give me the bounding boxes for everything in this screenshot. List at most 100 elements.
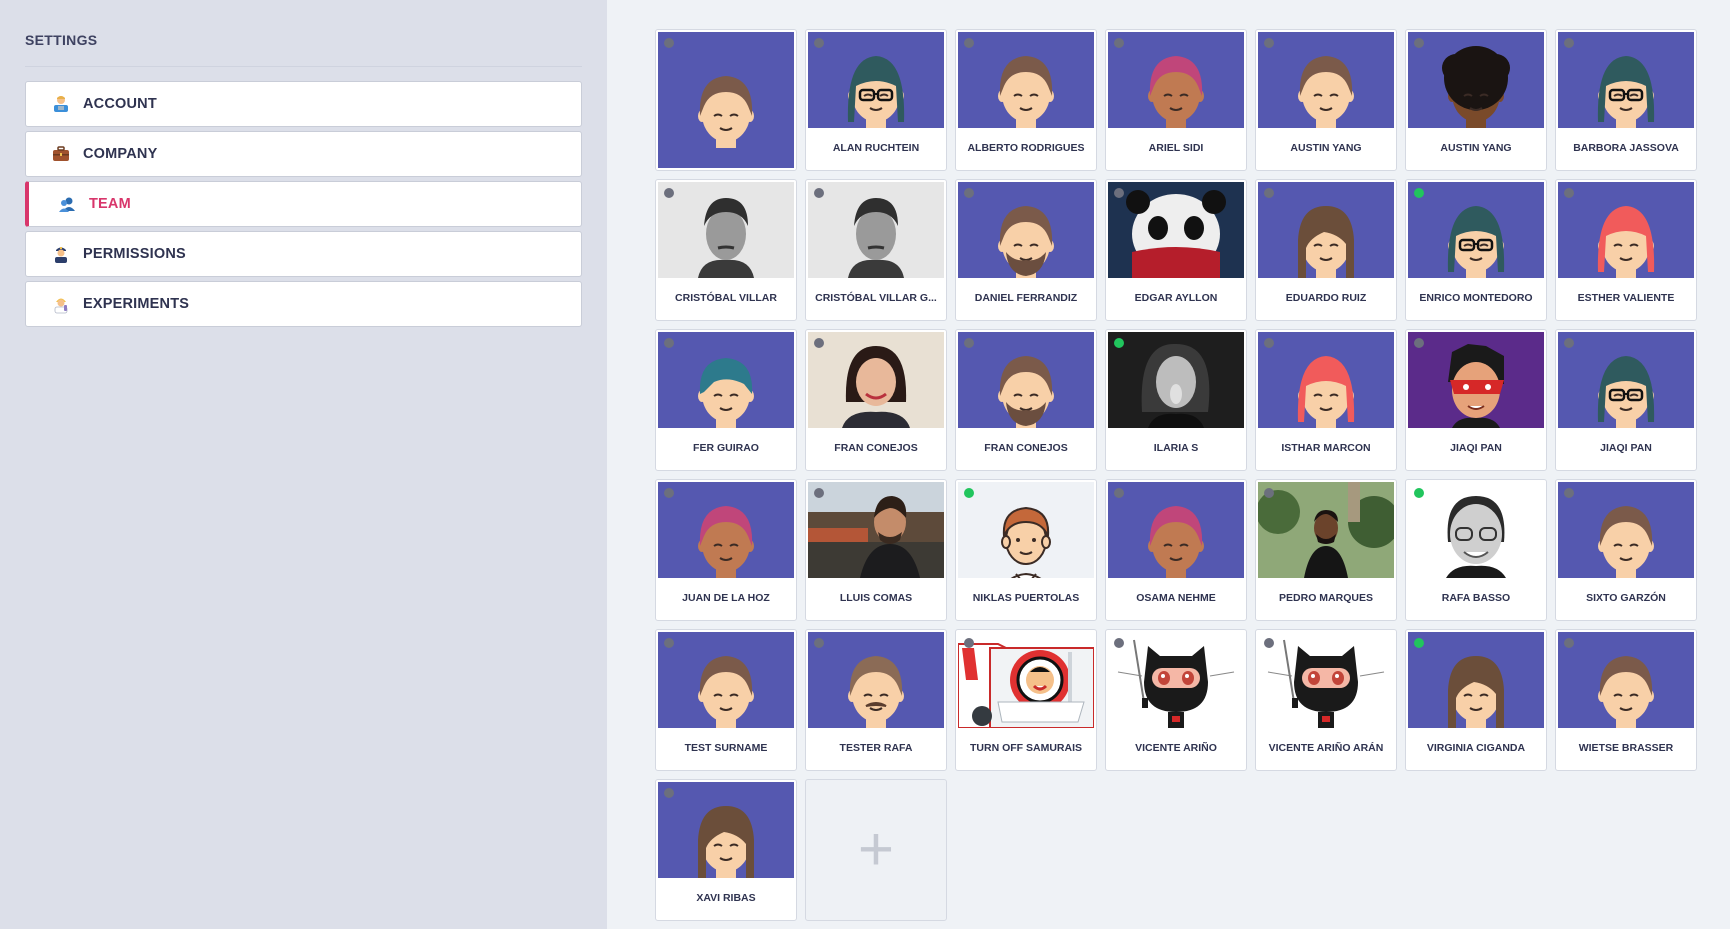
team-member-card[interactable]: VICENTE ARIÑO: [1105, 629, 1247, 771]
settings-title: SETTINGS: [25, 32, 98, 48]
sidebar-item-team[interactable]: TEAM: [25, 181, 582, 227]
member-avatar: [808, 482, 944, 578]
member-avatar: [658, 32, 794, 168]
account-icon: [50, 93, 72, 115]
member-avatar: [1258, 182, 1394, 278]
member-avatar: [1108, 332, 1244, 428]
team-member-card[interactable]: VICENTE ARIÑO ARÁN: [1255, 629, 1397, 771]
member-name: LLUIS COMAS: [839, 592, 913, 604]
member-name: EDUARDO RUIZ: [1285, 292, 1367, 304]
sidebar-item-company[interactable]: COMPANY: [25, 131, 582, 177]
member-name: ISTHAR MARCON: [1281, 442, 1371, 454]
team-member-card[interactable]: EDUARDO RUIZ: [1255, 179, 1397, 321]
member-avatar: [808, 332, 944, 428]
team-member-card[interactable]: ESTHER VALIENTE: [1555, 179, 1697, 321]
member-avatar: [1558, 32, 1694, 128]
status-indicator: [814, 188, 824, 198]
member-name: ALAN RUCHTEIN: [832, 142, 920, 154]
status-indicator: [664, 338, 674, 348]
team-member-card[interactable]: NIKLAS PUERTOLAS: [955, 479, 1097, 621]
status-indicator: [1414, 188, 1424, 198]
team-member-card[interactable]: XAVI RIBAS: [655, 779, 797, 921]
member-name: TESTER RAFA: [839, 742, 913, 754]
team-member-card[interactable]: FER GUIRAO: [655, 329, 797, 471]
team-member-card[interactable]: OSAMA NEHME: [1105, 479, 1247, 621]
team-member-card[interactable]: PEDRO MARQUES: [1255, 479, 1397, 621]
team-member-card[interactable]: RAFA BASSO: [1405, 479, 1547, 621]
member-name: CRISTÓBAL VILLAR: [675, 292, 777, 304]
team-member-card[interactable]: ARIEL SIDI: [1105, 29, 1247, 171]
team-member-card[interactable]: WIETSE BRASSER: [1555, 629, 1697, 771]
add-member-button[interactable]: +: [805, 779, 947, 921]
sidebar-divider: [25, 66, 582, 67]
member-name: FRAN CONEJOS: [834, 442, 918, 454]
team-member-card[interactable]: LLUIS COMAS: [805, 479, 947, 621]
team-member-card[interactable]: ILARIA S: [1105, 329, 1247, 471]
member-avatar: [958, 482, 1094, 578]
member-name: ENRICO MONTEDORO: [1419, 292, 1533, 304]
member-name: VICENTE ARIÑO: [1135, 742, 1217, 754]
member-name: DANIEL FERRANDIZ: [974, 292, 1078, 304]
sidebar-item-label: EXPERIMENTS: [83, 296, 190, 312]
status-indicator: [1564, 638, 1574, 648]
member-name: JUAN DE LA HOZ: [682, 592, 770, 604]
status-indicator: [1414, 488, 1424, 498]
status-indicator: [814, 638, 824, 648]
sidebar-item-label: TEAM: [89, 196, 131, 212]
sidebar-item-label: PERMISSIONS: [83, 246, 186, 262]
team-member-card[interactable]: AUSTIN YANG: [1255, 29, 1397, 171]
sidebar-item-account[interactable]: ACCOUNT: [25, 81, 582, 127]
team-member-card[interactable]: ALAN RUCHTEIN: [805, 29, 947, 171]
team-member-card[interactable]: ISTHAR MARCON: [1255, 329, 1397, 471]
team-member-card[interactable]: ENRICO MONTEDORO: [1405, 179, 1547, 321]
team-member-card[interactable]: BARBORA JASSOVA: [1555, 29, 1697, 171]
status-indicator: [1114, 338, 1124, 348]
status-indicator: [664, 638, 674, 648]
team-member-card[interactable]: FRAN CONEJOS: [955, 329, 1097, 471]
team-member-card[interactable]: JIAQI PAN: [1555, 329, 1697, 471]
sidebar-item-permissions[interactable]: PERMISSIONS: [25, 231, 582, 277]
scientist-icon: [50, 293, 72, 315]
team-member-card[interactable]: SIXTO GARZÓN: [1555, 479, 1697, 621]
sidebar-item-experiments[interactable]: EXPERIMENTS: [25, 281, 582, 327]
status-indicator: [1414, 338, 1424, 348]
team-member-card[interactable]: ALBERTO RODRIGUES: [955, 29, 1097, 171]
member-name: ALBERTO RODRIGUES: [967, 142, 1085, 154]
member-avatar: [808, 32, 944, 128]
team-member-card[interactable]: JUAN DE LA HOZ: [655, 479, 797, 621]
team-member-card[interactable]: VIRGINIA CIGANDA: [1405, 629, 1547, 771]
team-member-card[interactable]: TEST SURNAME: [655, 629, 797, 771]
member-name: JIAQI PAN: [1600, 442, 1652, 454]
sidebar-item-label: COMPANY: [83, 146, 158, 162]
team-member-card[interactable]: JIAQI PAN: [1405, 329, 1547, 471]
team-member-card[interactable]: DANIEL FERRANDIZ: [955, 179, 1097, 321]
status-indicator: [1264, 638, 1274, 648]
team-member-card[interactable]: [655, 29, 797, 171]
status-indicator: [664, 788, 674, 798]
status-indicator: [1564, 188, 1574, 198]
status-indicator: [1114, 488, 1124, 498]
team-member-card[interactable]: EDGAR AYLLON: [1105, 179, 1247, 321]
team-member-card[interactable]: TURN OFF SAMURAIS: [955, 629, 1097, 771]
team-icon: [56, 193, 78, 215]
status-indicator: [664, 38, 674, 48]
team-member-card[interactable]: TESTER RAFA: [805, 629, 947, 771]
team-member-card[interactable]: CRISTÓBAL VILLAR G...: [805, 179, 947, 321]
team-member-card[interactable]: CRISTÓBAL VILLAR: [655, 179, 797, 321]
member-name: AUSTIN YANG: [1290, 142, 1362, 154]
member-name: CRISTÓBAL VILLAR G...: [815, 292, 937, 304]
status-indicator: [1564, 38, 1574, 48]
member-name: OSAMA NEHME: [1136, 592, 1216, 604]
sidebar-item-label: ACCOUNT: [83, 96, 157, 112]
member-name: EDGAR AYLLON: [1134, 292, 1218, 304]
member-name: SIXTO GARZÓN: [1586, 592, 1666, 604]
team-member-card[interactable]: AUSTIN YANG: [1405, 29, 1547, 171]
member-avatar: [958, 182, 1094, 278]
team-panel: ALAN RUCHTEIN ALBERTO RODRIGUES ARIEL SI…: [607, 0, 1730, 929]
member-name: WIETSE BRASSER: [1578, 742, 1674, 754]
status-indicator: [1564, 488, 1574, 498]
member-name: XAVI RIBAS: [696, 892, 756, 904]
status-indicator: [1114, 38, 1124, 48]
team-member-card[interactable]: FRAN CONEJOS: [805, 329, 947, 471]
member-avatar: [1258, 632, 1394, 728]
